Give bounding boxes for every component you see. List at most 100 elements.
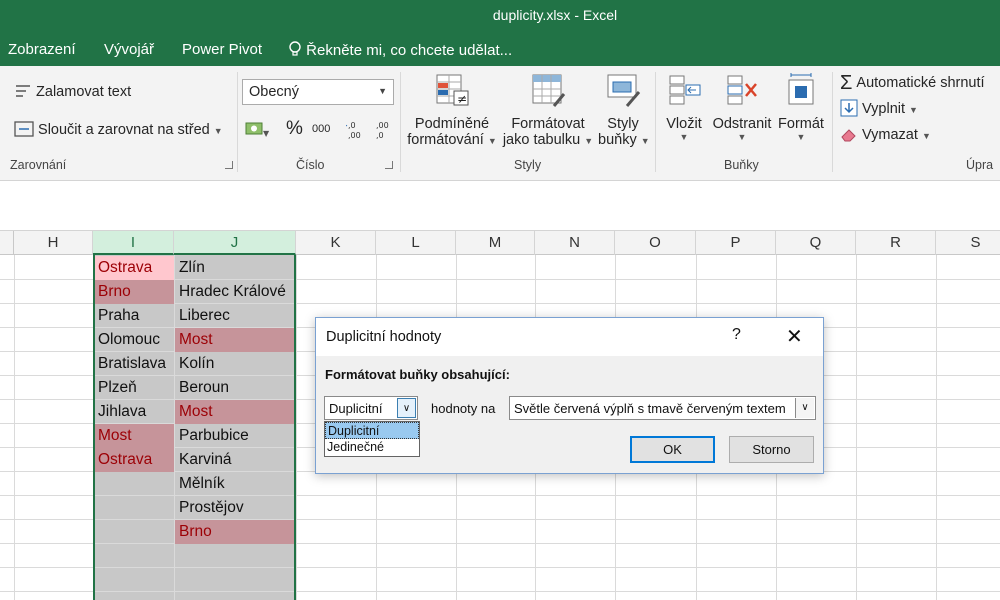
delete-cells-button[interactable]: Odstranit ▼	[710, 72, 774, 142]
ok-button[interactable]: OK	[630, 436, 715, 463]
column-gridline	[296, 255, 297, 600]
tell-me-search[interactable]: Řekněte mi, co chcete udělat...	[288, 41, 512, 59]
autosum-label: Automatické shrnutí	[856, 75, 985, 91]
cell-styles-label-2: buňky	[598, 132, 637, 148]
cond-format-label-row: formátování ▼	[406, 132, 498, 148]
column-header-i[interactable]: I	[93, 231, 174, 255]
format-cells-icon	[788, 73, 814, 105]
cond-format-label-1: Podmíněné	[414, 116, 490, 132]
merge-center-button[interactable]: Sloučit a zarovnat na střed ▼	[14, 120, 223, 138]
insert-cells-icon	[669, 75, 701, 105]
merge-center-label: Sloučit a zarovnat na střed	[38, 122, 210, 138]
percent-button[interactable]: %	[286, 118, 303, 140]
selection-border	[93, 255, 296, 600]
eraser-icon	[841, 129, 856, 142]
insert-cells-button[interactable]: Vložit ▼	[662, 72, 706, 142]
group-separator	[832, 72, 833, 172]
group-separator	[237, 72, 238, 172]
cond-format-label-2: formátování	[407, 132, 484, 148]
lightbulb-icon	[289, 41, 301, 56]
chevron-down-icon: ▼	[737, 132, 747, 142]
help-button[interactable]: ?	[732, 326, 741, 344]
wrap-text-icon	[16, 85, 30, 97]
format-as-table-button[interactable]: Formátovat jako tabulku ▼	[502, 72, 594, 148]
sigma-icon: Σ	[840, 72, 853, 94]
dialog-launcher-icon[interactable]	[385, 161, 393, 169]
cell-styles-button[interactable]: Styly buňky ▼	[598, 72, 650, 148]
svg-text:,00: ,00	[376, 121, 389, 130]
wrap-text-label: Zalamovat text	[36, 84, 132, 100]
group-label-cells: Buňky	[724, 158, 759, 172]
decrease-decimal-icon: ,00 ,0	[376, 121, 389, 140]
column-header-n[interactable]: N	[535, 231, 615, 255]
close-button[interactable]: ✕	[786, 324, 803, 349]
cell-styles-icon	[607, 74, 641, 107]
svg-text:▼: ▼	[263, 129, 270, 138]
tab-power-pivot[interactable]: Power Pivot	[182, 41, 262, 58]
chevron-down-icon[interactable]: ▼	[214, 126, 223, 136]
merge-center-icon	[14, 121, 34, 137]
delete-cells-icon	[727, 75, 757, 105]
column-gridline	[14, 255, 15, 600]
format-label: Formát	[778, 116, 824, 132]
column-header-m[interactable]: M	[456, 231, 535, 255]
dialog-launcher-icon[interactable]	[225, 161, 233, 169]
row-header-corner[interactable]	[0, 231, 14, 255]
tell-me-text: Řekněte mi, co chcete udělat...	[306, 42, 513, 59]
chevron-down-icon[interactable]: ∨	[397, 398, 416, 418]
group-separator	[655, 72, 656, 172]
type-dropdown-list: Duplicitní Jedinečné	[324, 421, 420, 457]
dialog-heading: Formátovat buňky obsahující:	[325, 367, 510, 382]
chevron-down-icon: ▼	[487, 136, 497, 146]
column-gridline	[936, 255, 937, 600]
option-duplicitni[interactable]: Duplicitní	[325, 422, 419, 439]
option-jedinecne[interactable]: Jedinečné	[325, 439, 419, 456]
clear-label: Vymazat	[862, 127, 918, 143]
accounting-format-button[interactable]: ▼	[244, 120, 270, 142]
number-format-select[interactable]: Obecný ▼	[242, 79, 394, 105]
chevron-down-icon[interactable]: ∨	[795, 398, 814, 418]
chevron-down-icon: ▼	[584, 136, 594, 146]
column-header-l[interactable]: L	[376, 231, 456, 255]
increase-decimal-button[interactable]: ,0 ,00	[343, 120, 366, 144]
wrap-text-button[interactable]: Zalamovat text	[14, 82, 131, 100]
fill-button[interactable]: Vyplnit ▼	[840, 99, 918, 117]
column-header-k[interactable]: K	[296, 231, 376, 255]
column-header-o[interactable]: O	[615, 231, 696, 255]
fill-label: Vyplnit	[862, 101, 906, 117]
column-header-p[interactable]: P	[696, 231, 776, 255]
column-header-r[interactable]: R	[856, 231, 936, 255]
formula-bar[interactable]	[0, 181, 1000, 231]
cancel-button[interactable]: Storno	[729, 436, 814, 463]
column-header-j[interactable]: J	[174, 231, 296, 255]
column-gridline	[856, 255, 857, 600]
autosum-button[interactable]: Σ Automatické shrnutí	[840, 72, 985, 95]
type-select-value: Duplicitní	[329, 401, 383, 416]
delete-label: Odstranit	[712, 116, 772, 132]
column-header-q[interactable]: Q	[776, 231, 856, 255]
svg-text:≠: ≠	[457, 92, 467, 106]
type-select[interactable]: Duplicitní ∨	[324, 396, 418, 420]
chevron-down-icon: ▼	[640, 136, 650, 146]
column-header-s[interactable]: S	[936, 231, 1000, 255]
column-headers: H I J K L M N O P Q R S	[0, 231, 1000, 255]
column-header-h[interactable]: H	[14, 231, 93, 255]
dialog-title-bar: Duplicitní hodnoty ? ✕	[316, 318, 823, 356]
duplicate-values-dialog: Duplicitní hodnoty ? ✕ Formátovat buňky …	[315, 317, 824, 474]
ribbon-tabs: Zobrazení Vývojář Power Pivot Řekněte mi…	[0, 32, 1000, 66]
svg-text:,0: ,0	[348, 121, 356, 130]
thousands-separator-button[interactable]: 000	[312, 123, 330, 135]
group-separator	[400, 72, 401, 172]
conditional-formatting-icon: ≠	[436, 74, 469, 106]
tab-vyvojar[interactable]: Vývojář	[104, 41, 154, 58]
decrease-decimal-button[interactable]: ,00 ,0	[372, 120, 394, 144]
clear-button[interactable]: Vymazat ▼	[840, 125, 931, 143]
format-select-value: Světle červená výplň s tmavě červeným te…	[514, 401, 786, 416]
format-select[interactable]: Světle červená výplň s tmavě červeným te…	[509, 396, 816, 420]
tab-zobrazeni[interactable]: Zobrazení	[8, 41, 76, 58]
format-table-label-2: jako tabulku	[502, 132, 581, 148]
conditional-formatting-button[interactable]: ≠ Podmíněné formátování ▼	[406, 72, 498, 148]
format-cells-button[interactable]: Formát ▼	[776, 72, 826, 142]
chevron-down-icon: ▼	[909, 105, 918, 115]
number-format-value: Obecný	[249, 84, 299, 100]
